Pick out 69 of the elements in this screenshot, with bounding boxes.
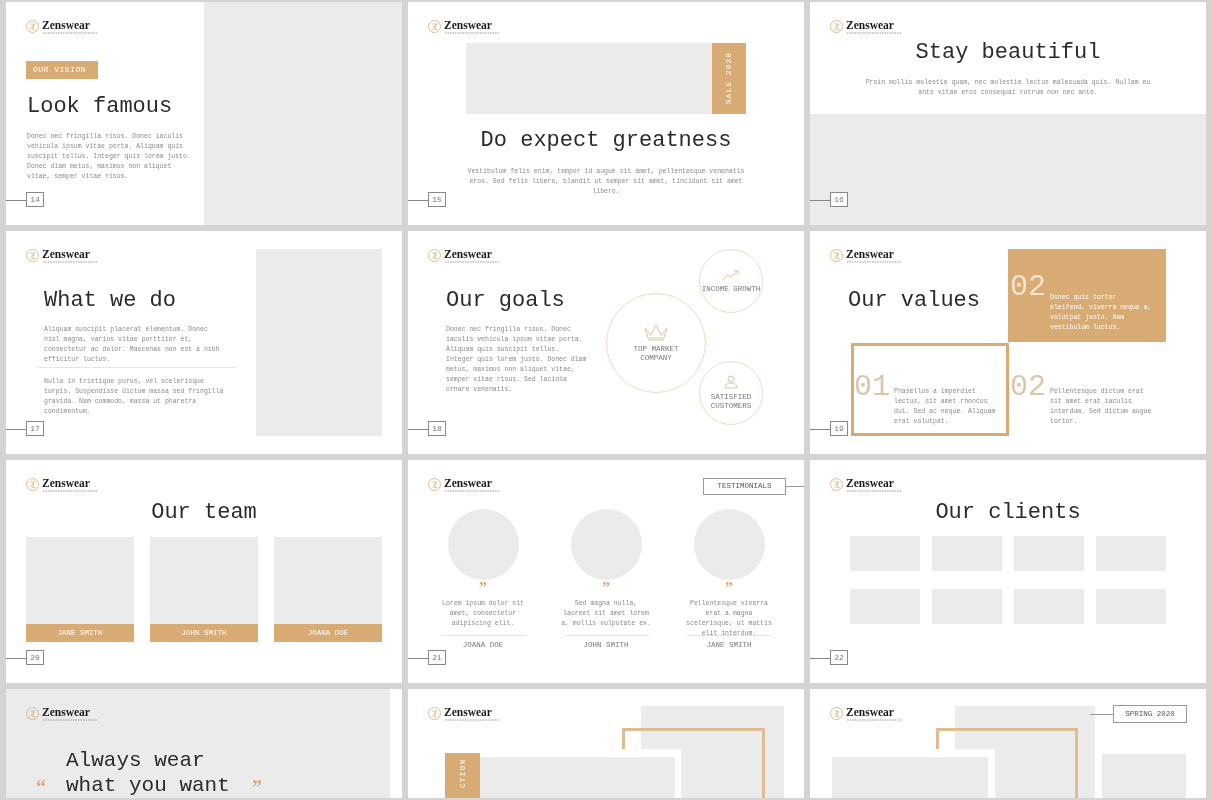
page-number: 18 [428, 421, 446, 436]
brand-name: Zenswear [846, 705, 894, 719]
vertical-label: SALE 2020 [723, 52, 734, 105]
value-number: 02 [1010, 271, 1046, 303]
page-number: 16 [830, 192, 848, 207]
tagline-mark [445, 490, 499, 492]
brand-name: Zenswear [42, 705, 90, 719]
brand-name: Zenswear [444, 705, 492, 719]
tagline-mark [847, 32, 901, 34]
tagline-mark [445, 719, 499, 721]
logo-icon [428, 249, 441, 262]
logo-icon [26, 478, 39, 491]
page-number: 17 [26, 421, 44, 436]
person-icon [724, 375, 738, 389]
trend-up-icon [722, 268, 740, 281]
section-label: OUR VISION [26, 61, 98, 79]
tagline-mark [847, 490, 901, 492]
slide-title: Look famous [27, 94, 173, 120]
slide-title: Do expect greatness [479, 128, 733, 154]
quote-mark: ” [724, 581, 734, 595]
brand-name: Zenswear [444, 476, 492, 490]
page-number: 21 [428, 650, 446, 665]
slide-title: Our values [848, 288, 981, 314]
page-number: 14 [26, 192, 44, 207]
brand-name: Zenswear [846, 247, 894, 261]
tagline-mark [43, 32, 97, 34]
brand-name: Zenswear [42, 476, 90, 490]
logo-icon [26, 20, 39, 33]
value-number: 02 [1010, 371, 1046, 403]
quote-mark: “ [36, 777, 46, 797]
logo-icon [26, 249, 39, 262]
tagline-mark [43, 719, 97, 721]
logo-icon [428, 478, 441, 491]
brand-name: Zenswear [444, 247, 492, 261]
tagline-mark [847, 719, 901, 721]
logo-icon [830, 478, 843, 491]
tagline-mark [43, 490, 97, 492]
slide-title: Our team [150, 500, 258, 526]
tagline-mark [43, 261, 97, 263]
slide-title: What we do [44, 288, 177, 314]
quote-text: Always wear [66, 749, 205, 773]
slide-title: Our clients [934, 500, 1082, 526]
page-number: 22 [830, 650, 848, 665]
quote-text: what you want [66, 774, 230, 798]
slide-title: Stay beautiful [914, 40, 1102, 66]
vertical-label: CTION [456, 759, 468, 788]
brand-name: Zenswear [444, 18, 492, 32]
logo-icon [428, 707, 441, 720]
tagline-mark [847, 261, 901, 263]
crown-icon [643, 323, 669, 341]
page-number: 15 [428, 192, 446, 207]
brand-name: Zenswear [42, 18, 90, 32]
brand-name: Zenswear [846, 18, 894, 32]
value-number: 01 [854, 371, 890, 403]
quote-mark: ” [478, 581, 488, 595]
logo-icon [830, 20, 843, 33]
logo-icon [830, 707, 843, 720]
page-number: 20 [26, 650, 44, 665]
page-number: 19 [830, 421, 848, 436]
brand-name: Zenswear [42, 247, 90, 261]
slide-title: Our goals [446, 288, 565, 314]
tagline-mark [445, 32, 499, 34]
quote-mark: ” [252, 777, 262, 797]
quote-mark: ” [601, 581, 611, 595]
brand-name: Zenswear [846, 476, 894, 490]
logo-icon [428, 20, 441, 33]
logo-icon [830, 249, 843, 262]
tagline-mark [445, 261, 499, 263]
logo-icon [26, 707, 39, 720]
